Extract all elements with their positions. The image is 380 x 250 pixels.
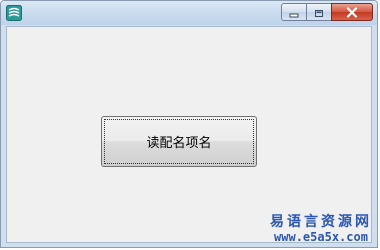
app-icon: [6, 5, 22, 21]
watermark-url: www.e5a5x.com: [274, 229, 368, 244]
maximize-button[interactable]: [306, 3, 332, 21]
minimize-button[interactable]: [281, 3, 307, 21]
site-watermark: 易语言资源网 www.e5a5x.com: [270, 215, 372, 244]
close-icon: [346, 3, 358, 22]
title-bar[interactable]: [1, 1, 377, 25]
read-config-button-label: 读配名项名: [146, 136, 212, 151]
read-config-button[interactable]: 读配名项名: [101, 116, 257, 167]
close-button[interactable]: [331, 3, 373, 21]
caption-buttons: [281, 3, 373, 21]
minimize-icon: [289, 3, 299, 22]
maximize-icon: [314, 3, 324, 22]
watermark-site-name: 易语言资源网: [270, 214, 372, 231]
